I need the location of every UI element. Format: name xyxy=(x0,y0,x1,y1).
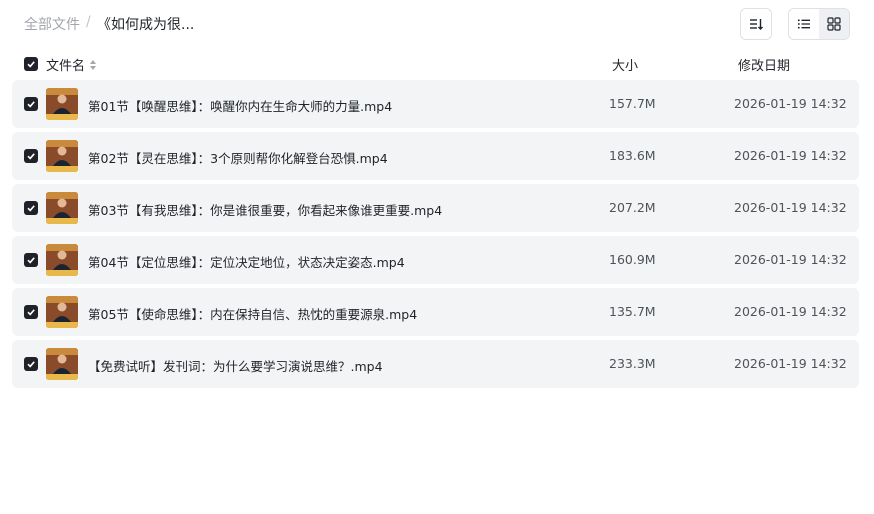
file-size: 160.9M xyxy=(609,252,656,267)
file-date: 2026-01-19 14:32 xyxy=(734,356,847,371)
file-list: 第01节【唤醒思维】：唤醒你内在生命大师的力量.mp4 157.7M 2026-… xyxy=(12,80,859,392)
name-column-label: 文件名 xyxy=(46,59,86,74)
file-list-header: 文件名 大小 修改日期 xyxy=(0,50,874,78)
select-all-checkbox[interactable] xyxy=(24,57,38,71)
file-name[interactable]: 第01节【唤醒思维】：唤醒你内在生命大师的力量.mp4 xyxy=(88,96,392,115)
view-toggle xyxy=(788,8,850,40)
sort-descending-icon xyxy=(750,19,763,30)
check-icon xyxy=(27,257,35,264)
file-checkbox[interactable] xyxy=(24,305,38,319)
file-checkbox[interactable] xyxy=(24,97,38,111)
name-column-header[interactable]: 文件名 xyxy=(46,55,97,74)
file-date: 2026-01-19 14:32 xyxy=(734,148,847,163)
video-thumbnail xyxy=(46,140,78,172)
video-thumbnail xyxy=(46,296,78,328)
top-bar: 全部文件 / 《如何成为很... xyxy=(0,0,874,48)
file-size: 135.7M xyxy=(609,304,656,319)
file-row[interactable]: 第03节【有我思维】：你是谁很重要，你看起来像谁更重要.mp4 207.2M 2… xyxy=(12,184,859,232)
video-thumbnail xyxy=(46,192,78,224)
file-date: 2026-01-19 14:32 xyxy=(734,304,847,319)
check-icon xyxy=(27,153,35,160)
breadcrumb-root[interactable]: 全部文件 xyxy=(24,14,80,34)
sort-button[interactable] xyxy=(740,8,772,40)
file-row[interactable]: 第04节【定位思维】：定位决定地位，状态决定姿态.mp4 160.9M 2026… xyxy=(12,236,859,284)
list-view-button[interactable] xyxy=(789,9,819,39)
file-row[interactable]: 第01节【唤醒思维】：唤醒你内在生命大师的力量.mp4 157.7M 2026-… xyxy=(12,80,859,128)
grid-view-button[interactable] xyxy=(819,9,849,39)
file-name[interactable]: 第03节【有我思维】：你是谁很重要，你看起来像谁更重要.mp4 xyxy=(88,200,442,219)
file-size: 207.2M xyxy=(609,200,656,215)
file-row[interactable]: 第02节【灵在思维】：3个原则帮你化解登台恐惧.mp4 183.6M 2026-… xyxy=(12,132,859,180)
check-icon xyxy=(27,309,35,316)
file-size: 183.6M xyxy=(609,148,656,163)
grid-view-icon xyxy=(827,17,841,31)
file-checkbox[interactable] xyxy=(24,201,38,215)
file-row[interactable]: 第05节【使命思维】：内在保持自信、热忱的重要源泉.mp4 135.7M 202… xyxy=(12,288,859,336)
file-checkbox[interactable] xyxy=(24,357,38,371)
file-checkbox[interactable] xyxy=(24,253,38,267)
file-name[interactable]: 【免费试听】发刊词：为什么要学习演说思维？.mp4 xyxy=(88,356,383,375)
file-name[interactable]: 第04节【定位思维】：定位决定地位，状态决定姿态.mp4 xyxy=(88,252,405,271)
file-date: 2026-01-19 14:32 xyxy=(734,200,847,215)
file-name[interactable]: 第02节【灵在思维】：3个原则帮你化解登台恐惧.mp4 xyxy=(88,148,388,167)
size-column-header[interactable]: 大小 xyxy=(612,55,638,74)
date-column-header[interactable]: 修改日期 xyxy=(738,55,790,74)
check-icon xyxy=(27,205,35,212)
file-date: 2026-01-19 14:32 xyxy=(734,96,847,111)
breadcrumb-current: 《如何成为很... xyxy=(97,17,195,33)
file-date: 2026-01-19 14:32 xyxy=(734,252,847,267)
file-checkbox[interactable] xyxy=(24,149,38,163)
video-thumbnail xyxy=(46,244,78,276)
check-icon xyxy=(27,101,35,108)
file-name[interactable]: 第05节【使命思维】：内在保持自信、热忱的重要源泉.mp4 xyxy=(88,304,417,323)
video-thumbnail xyxy=(46,88,78,120)
sort-toggle-icon xyxy=(90,59,97,70)
file-size: 157.7M xyxy=(609,96,656,111)
check-icon xyxy=(27,61,35,68)
list-view-icon xyxy=(798,19,810,29)
video-thumbnail xyxy=(46,348,78,380)
file-size: 233.3M xyxy=(609,356,656,371)
check-icon xyxy=(27,361,35,368)
breadcrumb-separator: / xyxy=(86,14,91,30)
file-row[interactable]: 【免费试听】发刊词：为什么要学习演说思维？.mp4 233.3M 2026-01… xyxy=(12,340,859,388)
